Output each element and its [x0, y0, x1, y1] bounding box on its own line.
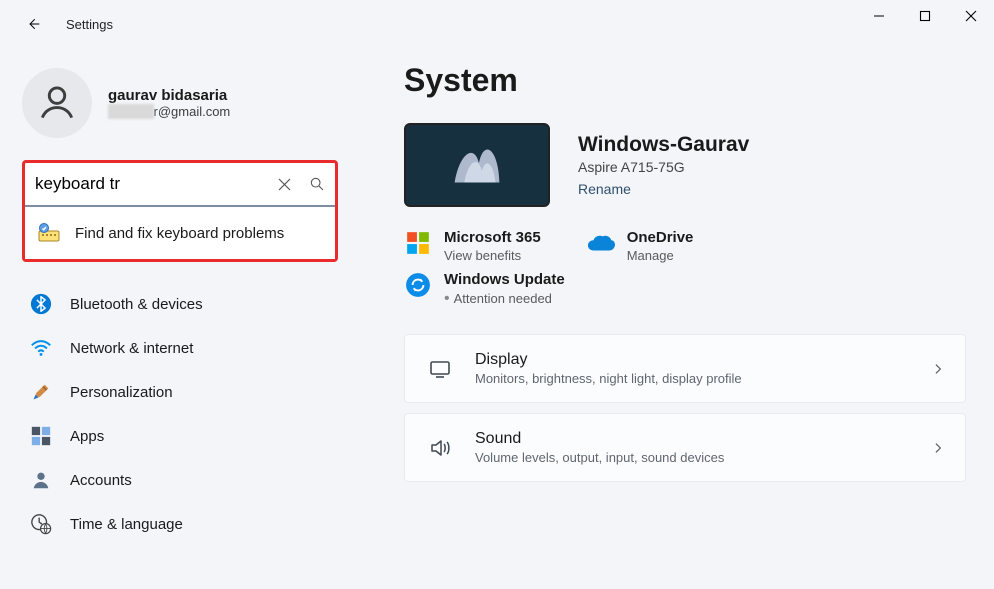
- m365-icon: [404, 229, 432, 257]
- search-input[interactable]: [35, 174, 278, 194]
- sidebar-item-apps[interactable]: Apps: [22, 414, 338, 458]
- brush-icon: [30, 381, 52, 403]
- window-controls: [856, 0, 994, 32]
- sidebar-item-time-language[interactable]: Time & language: [22, 502, 338, 546]
- windows-update-status[interactable]: Windows Update •Attention needed: [404, 271, 966, 308]
- back-button[interactable]: [18, 9, 48, 39]
- chevron-right-icon: [931, 362, 945, 376]
- chevron-right-icon: [931, 441, 945, 455]
- nav-label: Time & language: [70, 516, 183, 533]
- search-suggestion[interactable]: Find and fix keyboard problems: [25, 207, 335, 259]
- nav-label: Network & internet: [70, 340, 193, 357]
- user-name: gaurav bidasaria: [108, 87, 230, 104]
- clear-icon[interactable]: [278, 178, 291, 191]
- card-display[interactable]: Display Monitors, brightness, night ligh…: [404, 334, 966, 403]
- card-title: Sound: [475, 430, 931, 448]
- nav-label: Accounts: [70, 472, 132, 489]
- onedrive-icon: [587, 229, 615, 257]
- pc-model: Aspire A715-75G: [578, 159, 749, 175]
- search-highlight-box: Find and fix keyboard problems: [22, 160, 338, 262]
- m365-status[interactable]: Microsoft 365 View benefits: [404, 229, 541, 263]
- card-sound[interactable]: Sound Volume levels, output, input, soun…: [404, 413, 966, 482]
- card-sub: Volume levels, output, input, sound devi…: [475, 450, 931, 465]
- account-icon: [30, 469, 52, 491]
- sidebar-item-personalization[interactable]: Personalization: [22, 370, 338, 414]
- keyboard-fix-icon: [37, 221, 61, 245]
- update-title: Windows Update: [444, 271, 565, 288]
- user-section[interactable]: gaurav bidasaria xxxxxxxr@gmail.com: [22, 68, 338, 138]
- suggestion-label: Find and fix keyboard problems: [75, 225, 284, 242]
- pc-row: Windows-Gaurav Aspire A715-75G Rename: [404, 123, 966, 207]
- m365-sub: View benefits: [444, 248, 541, 263]
- pc-name: Windows-Gaurav: [578, 133, 749, 157]
- content-area: System Windows-Gaurav Aspire A715-75G Re…: [360, 48, 994, 589]
- maximize-button[interactable]: [902, 0, 948, 32]
- bluetooth-icon: [30, 293, 52, 315]
- card-title: Display: [475, 351, 931, 369]
- sidebar: gaurav bidasaria xxxxxxxr@gmail.com Find…: [0, 48, 360, 589]
- nav-list: Bluetooth & devices Network & internet P…: [22, 282, 338, 546]
- search-icon[interactable]: [309, 176, 325, 192]
- page-title: System: [404, 62, 966, 99]
- update-sub: •Attention needed: [444, 290, 565, 308]
- sidebar-item-network[interactable]: Network & internet: [22, 326, 338, 370]
- update-icon: [404, 271, 432, 299]
- card-sub: Monitors, brightness, night light, displ…: [475, 371, 931, 386]
- nav-label: Apps: [70, 428, 104, 445]
- sidebar-item-bluetooth[interactable]: Bluetooth & devices: [22, 282, 338, 326]
- minimize-button[interactable]: [856, 0, 902, 32]
- rename-link[interactable]: Rename: [578, 181, 749, 197]
- titlebar: Settings: [0, 0, 994, 48]
- m365-title: Microsoft 365: [444, 229, 541, 246]
- wifi-icon: [30, 337, 52, 359]
- sound-icon: [425, 436, 455, 460]
- search-box[interactable]: [25, 163, 335, 207]
- app-name: Settings: [66, 17, 113, 32]
- display-icon: [425, 357, 455, 381]
- nav-label: Personalization: [70, 384, 173, 401]
- onedrive-status[interactable]: OneDrive Manage: [587, 229, 694, 263]
- avatar: [22, 68, 92, 138]
- nav-label: Bluetooth & devices: [70, 296, 203, 313]
- onedrive-sub: Manage: [627, 248, 694, 263]
- apps-icon: [30, 425, 52, 447]
- onedrive-title: OneDrive: [627, 229, 694, 246]
- clock-globe-icon: [30, 513, 52, 535]
- desktop-thumbnail[interactable]: [404, 123, 550, 207]
- sidebar-item-accounts[interactable]: Accounts: [22, 458, 338, 502]
- user-email: xxxxxxxr@gmail.com: [108, 104, 230, 119]
- close-button[interactable]: [948, 0, 994, 32]
